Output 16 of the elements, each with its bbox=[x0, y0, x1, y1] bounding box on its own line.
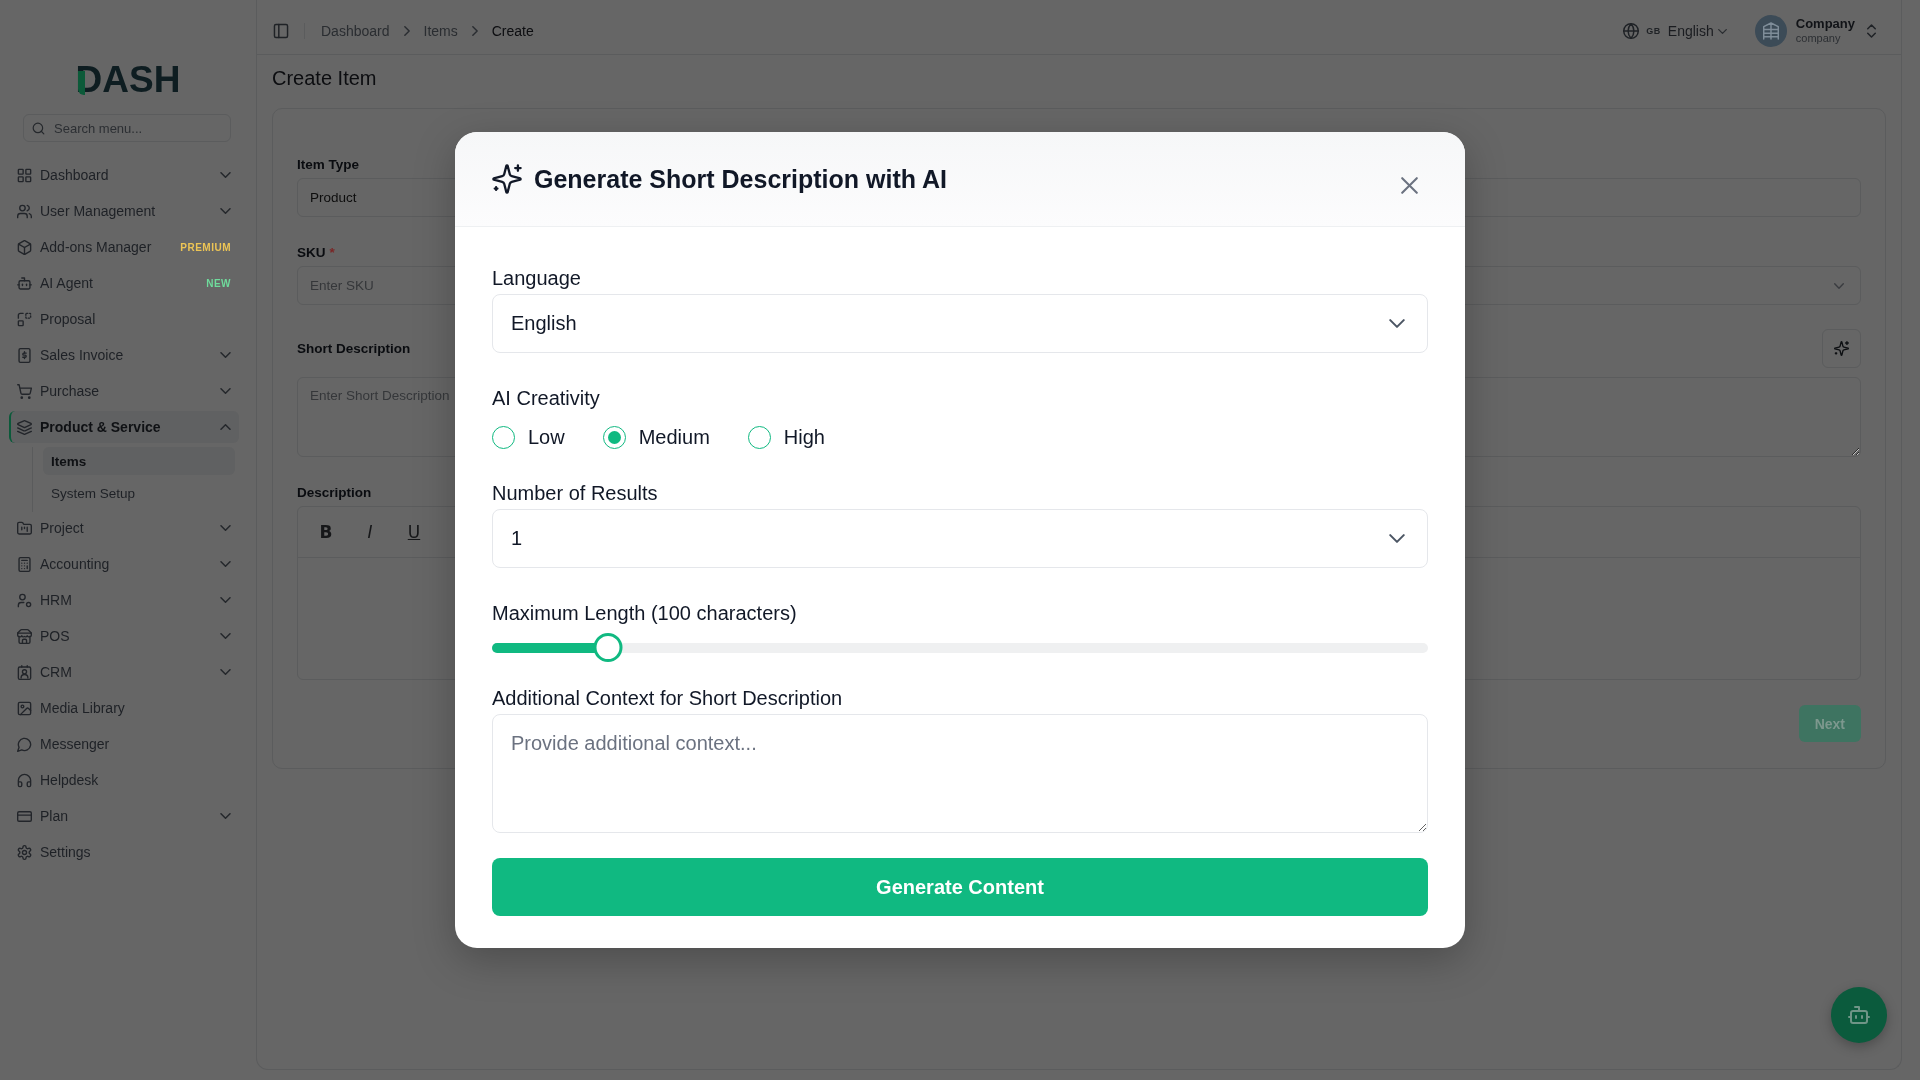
field-label: AI Creativity bbox=[492, 386, 600, 410]
breadcrumb-current: Create bbox=[491, 23, 534, 39]
country-code: GB bbox=[1646, 26, 1661, 36]
page-title: Create Item bbox=[272, 66, 377, 90]
field-label: Short Description bbox=[297, 340, 411, 357]
field-label: Language bbox=[492, 266, 581, 290]
dialog-title: Generate Short Description with AI bbox=[534, 164, 948, 194]
tier-label: PREMIUM bbox=[180, 241, 231, 253]
field-label: Number of Results bbox=[492, 481, 658, 505]
field-label: Description bbox=[297, 485, 372, 501]
tier-label: NEW bbox=[206, 277, 231, 289]
field-label: Additional Context for Short Description bbox=[492, 686, 843, 710]
field-label: Maximum Length (100 characters) bbox=[492, 601, 797, 625]
field-label: SKU * bbox=[297, 245, 335, 261]
field-label: Item Type bbox=[297, 157, 359, 173]
account-role: company bbox=[1795, 32, 1842, 45]
